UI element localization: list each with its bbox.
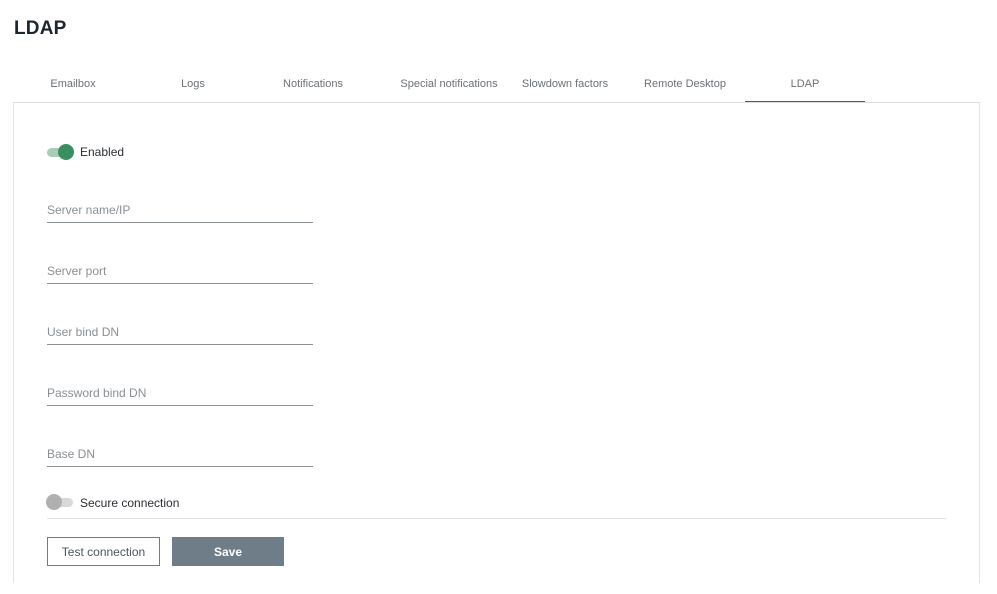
tab-ldap[interactable]: LDAP [745, 68, 865, 102]
password-bind-dn-field [47, 383, 313, 406]
tab-bar-divider [13, 102, 980, 103]
tab-slowdown-factors[interactable]: Slowdown factors [505, 68, 625, 101]
server-name-input[interactable] [47, 200, 313, 220]
tab-bar: Emailbox Logs Notifications Special noti… [13, 68, 980, 102]
server-name-field [47, 200, 313, 223]
secure-connection-toggle[interactable] [46, 494, 74, 510]
page-title: LDAP [14, 18, 67, 39]
tab-emailbox[interactable]: Emailbox [13, 68, 133, 101]
password-bind-dn-input[interactable] [47, 383, 313, 403]
tab-logs[interactable]: Logs [133, 68, 253, 101]
tab-notifications[interactable]: Notifications [253, 68, 373, 101]
base-dn-input[interactable] [47, 444, 313, 464]
secure-connection-label: Secure connection [80, 496, 180, 510]
toggle-knob [58, 144, 74, 160]
save-button[interactable]: Save [172, 537, 284, 566]
server-port-field [47, 261, 313, 284]
user-bind-dn-field [47, 322, 313, 345]
base-dn-field [47, 444, 313, 467]
toggle-knob [46, 494, 62, 510]
test-connection-button[interactable]: Test connection [47, 537, 160, 566]
tab-remote-desktop[interactable]: Remote Desktop [625, 68, 745, 101]
user-bind-dn-input[interactable] [47, 322, 313, 342]
tab-special-notifications[interactable]: Special notifications [379, 68, 519, 101]
enabled-toggle[interactable] [46, 144, 74, 160]
form-divider [47, 518, 946, 519]
enabled-label: Enabled [80, 145, 125, 159]
server-port-input[interactable] [47, 261, 313, 281]
